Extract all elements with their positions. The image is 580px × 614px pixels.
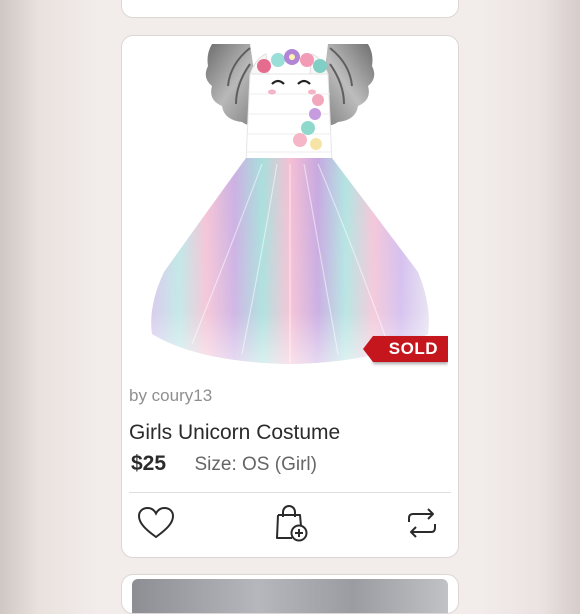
- like-button[interactable]: [136, 504, 176, 542]
- heart-icon: [137, 506, 175, 539]
- add-to-bundle-button[interactable]: [271, 504, 311, 542]
- sold-badge: SOLD: [362, 336, 448, 362]
- price-size-row: $25 Size: OS (Girl): [131, 452, 317, 480]
- listing-title[interactable]: Girls Unicorn Costume: [129, 421, 340, 445]
- listing-card[interactable]: SOLD by coury13 Girls Unicorn Costume $2…: [121, 35, 459, 558]
- unicorn-dress-illustration: [151, 44, 429, 364]
- next-listing-image[interactable]: [132, 579, 448, 613]
- share-repost-icon: [408, 508, 436, 538]
- listing-image[interactable]: SOLD: [132, 44, 448, 378]
- listing-price: $25: [131, 452, 167, 475]
- shopping-bag-add-icon: [276, 505, 308, 542]
- previous-listing-card[interactable]: [121, 0, 459, 18]
- next-listing-card[interactable]: [121, 574, 459, 614]
- share-button[interactable]: [402, 504, 442, 542]
- seller-username[interactable]: by coury13: [129, 386, 212, 406]
- listing-size: Size: OS (Girl): [194, 454, 317, 475]
- divider: [129, 492, 451, 493]
